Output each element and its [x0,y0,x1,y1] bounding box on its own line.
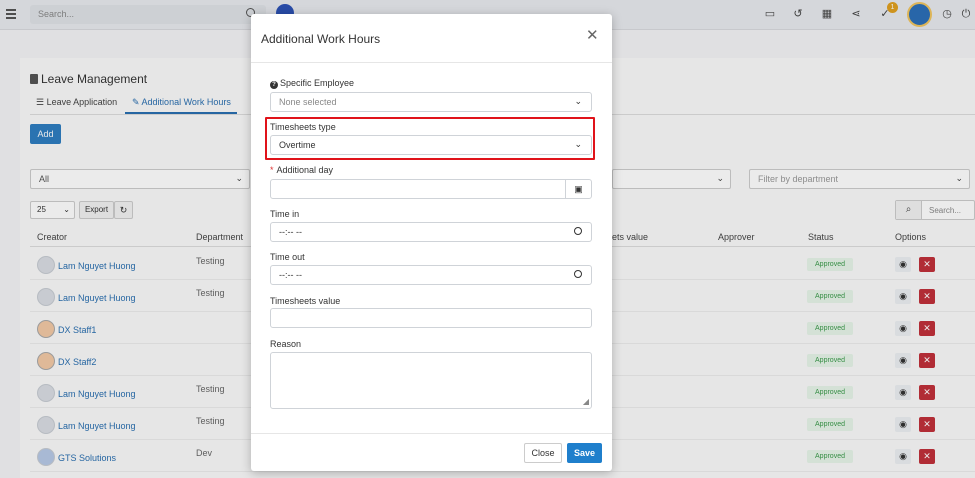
timesheets-value-label: Timesheets value [270,296,341,306]
time-out-input[interactable]: --:-- -- [270,265,592,285]
save-button[interactable]: Save [567,443,602,463]
clock-icon[interactable] [574,270,582,278]
clock-icon[interactable] [574,227,582,235]
additional-day-input[interactable]: ▣ [270,179,592,199]
chevron-down-icon: ⌄ [574,96,582,106]
time-out-value: --:-- -- [279,270,302,280]
required-marker: * [270,165,274,175]
specific-employee-label-text: Specific Employee [280,78,355,88]
help-icon: ? [270,81,278,89]
additional-work-hours-modal: Additional Work Hours ✕ ? Specific Employ… [251,14,612,471]
timesheets-value-input[interactable] [270,308,592,328]
time-in-input[interactable]: --:-- -- [270,222,592,242]
highlight-box [265,117,595,160]
specific-employee-select[interactable]: None selected ⌄ [270,92,592,112]
reason-label: Reason [270,339,302,349]
specific-employee-value: None selected [279,97,337,107]
specific-employee-label: ? Specific Employee [270,78,354,89]
time-in-label: Time in [270,209,300,219]
close-button[interactable]: Close [524,443,562,463]
additional-day-label-text: Additional day [276,165,334,175]
time-out-label: Time out [270,252,305,262]
reason-textarea[interactable]: ◢ [270,352,592,409]
modal-title: Additional Work Hours [261,32,381,46]
close-icon[interactable]: ✕ [586,26,599,44]
additional-day-label: * Additional day [270,165,333,175]
calendar-icon[interactable]: ▣ [565,180,591,198]
modal-footer-divider [251,433,612,434]
resize-handle-icon[interactable]: ◢ [583,397,589,406]
time-in-value: --:-- -- [279,227,302,237]
modal-header: Additional Work Hours ✕ [251,14,612,63]
